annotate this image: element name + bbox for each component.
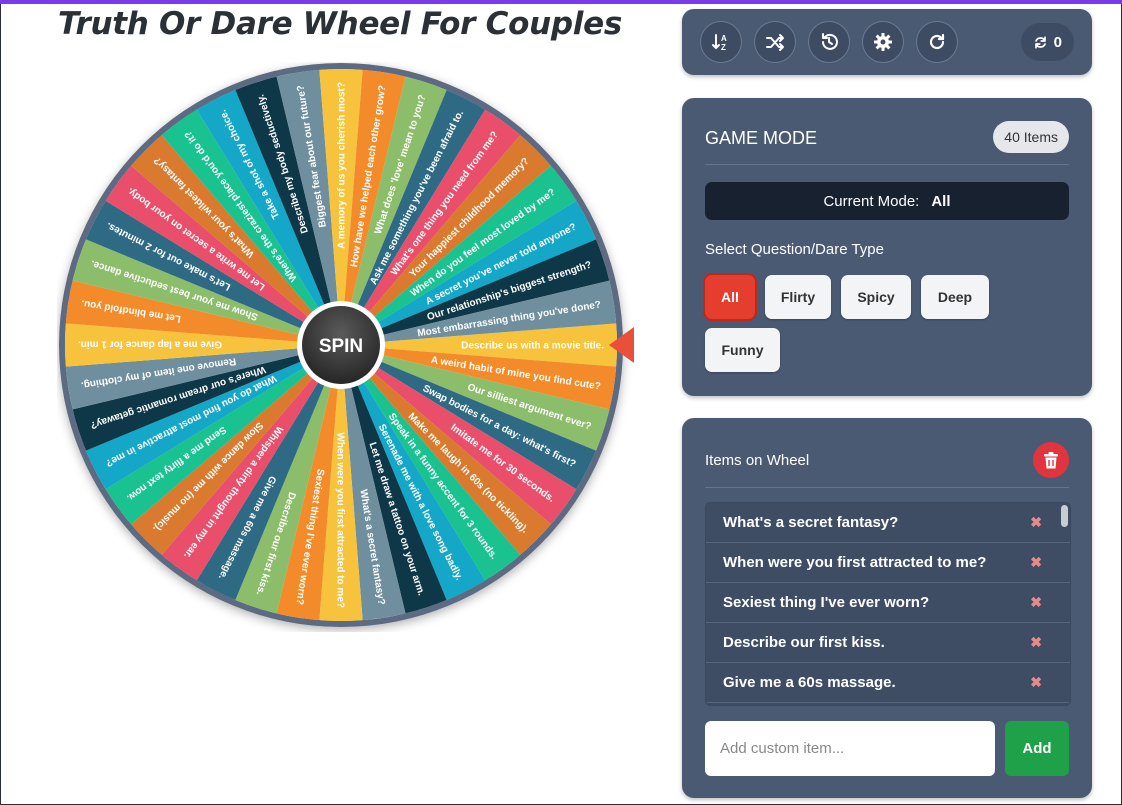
- sync-icon: [1034, 35, 1046, 49]
- sort-icon: A Z: [712, 34, 727, 52]
- mode-spicy-button[interactable]: Spicy: [841, 275, 911, 319]
- remove-item-icon[interactable]: ✖: [1030, 634, 1042, 651]
- items-count-badge: 40 Items: [993, 121, 1069, 153]
- wheel-segment-label: Describe us with a movie title.: [461, 341, 604, 352]
- remove-item-icon[interactable]: ✖: [1030, 594, 1042, 611]
- game-mode-panel: GAME MODE 40 Items Current Mode: All Sel…: [682, 98, 1092, 396]
- spin-label: SPIN: [319, 336, 363, 357]
- current-mode-label: Current Mode:: [823, 192, 920, 210]
- remove-item-icon[interactable]: ✖: [1030, 514, 1042, 531]
- top-accent-bar: [0, 0, 1122, 4]
- reset-button[interactable]: [916, 21, 958, 63]
- item-label: Sexiest thing I've ever worn?: [723, 594, 930, 611]
- list-item: Describe our first kiss. ✖: [706, 623, 1070, 663]
- item-label: Give me a 60s massage.: [723, 674, 896, 691]
- counter-value: 0: [1053, 33, 1062, 51]
- current-mode-bar: Current Mode: All: [705, 182, 1069, 220]
- divider: [705, 487, 1069, 488]
- page-title: Truth Or Dare Wheel For Couples: [58, 6, 622, 42]
- current-mode-value: All: [931, 192, 951, 210]
- spin-button[interactable]: SPIN: [297, 301, 385, 389]
- settings-icon: [874, 33, 892, 51]
- custom-item-input[interactable]: [705, 721, 995, 776]
- item-label: When were you first attracted to me?: [723, 554, 987, 571]
- add-item-button[interactable]: Add: [1005, 721, 1069, 776]
- shuffle-button[interactable]: [754, 21, 796, 63]
- remove-item-icon[interactable]: ✖: [1030, 674, 1042, 691]
- mode-flirty-button[interactable]: Flirty: [765, 275, 831, 319]
- items-list[interactable]: What's a secret fantasy? ✖ When were you…: [705, 502, 1071, 706]
- divider: [705, 164, 1069, 165]
- mode-all-button[interactable]: All: [705, 275, 755, 319]
- spin-counter: 0: [1020, 23, 1074, 61]
- wheel-segment-label: Give me a lap dance for 1 min.: [78, 339, 222, 350]
- history-icon: [822, 33, 838, 50]
- wheel-segment-label: When were you first attracted to me?: [335, 432, 346, 608]
- trash-icon: [1044, 451, 1058, 468]
- prize-wheel[interactable]: Describe us with a movie title.A weird h…: [57, 62, 637, 632]
- items-title: Items on Wheel: [705, 452, 810, 469]
- shuffle-icon: [766, 34, 784, 51]
- list-item: Give me a 60s massage. ✖: [706, 663, 1070, 703]
- items-panel: Items on Wheel What's a secret fantasy? …: [682, 418, 1092, 798]
- list-item: Sexiest thing I've ever worn? ✖: [706, 583, 1070, 623]
- game-mode-title: GAME MODE: [705, 128, 818, 148]
- select-type-label: Select Question/Dare Type: [705, 241, 884, 258]
- list-scrollbar[interactable]: [1061, 505, 1068, 527]
- item-label: Describe our first kiss.: [723, 634, 885, 651]
- history-button[interactable]: [808, 21, 850, 63]
- svg-text:A: A: [721, 34, 727, 43]
- item-label: What's a secret fantasy?: [723, 514, 899, 531]
- reset-icon: [929, 33, 945, 50]
- clear-all-button[interactable]: [1033, 442, 1069, 478]
- list-item: What's a secret fantasy? ✖: [706, 503, 1070, 543]
- mode-funny-button[interactable]: Funny: [705, 328, 780, 372]
- mode-deep-button[interactable]: Deep: [921, 275, 989, 319]
- toolbar-panel: A Z 0: [682, 9, 1092, 75]
- wheel-segment-label: A memory of us you cherish most?: [337, 82, 348, 249]
- svg-text:Z: Z: [721, 43, 726, 52]
- list-item: When were you first attracted to me? ✖: [706, 543, 1070, 583]
- sort-button[interactable]: A Z: [700, 21, 742, 63]
- settings-button[interactable]: [862, 21, 904, 63]
- remove-item-icon[interactable]: ✖: [1030, 554, 1042, 571]
